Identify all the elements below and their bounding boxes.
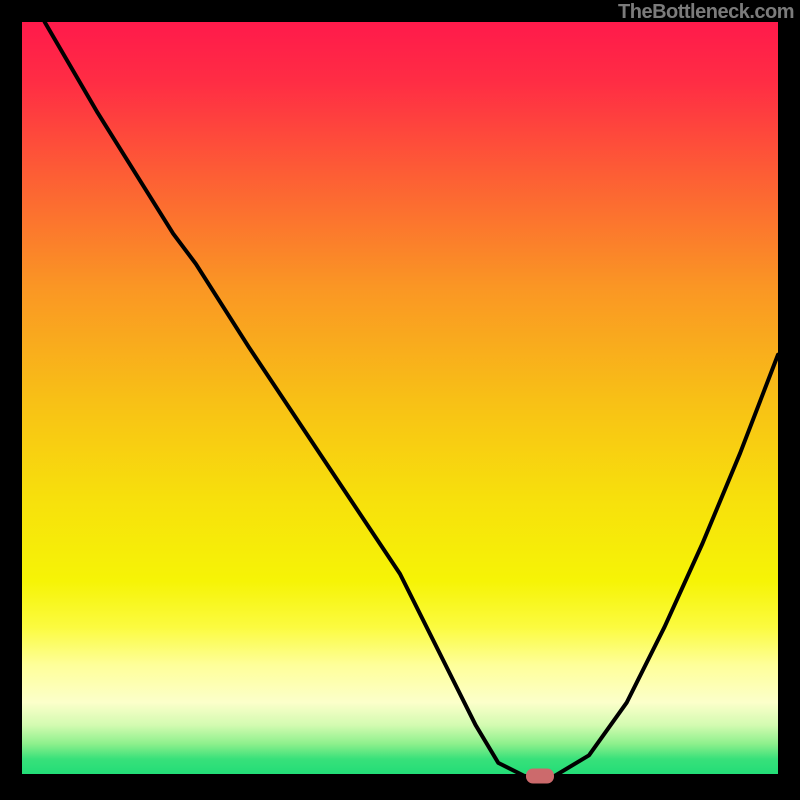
chart-frame: [22, 22, 778, 778]
chart-background: [22, 22, 778, 778]
optimal-marker: [526, 769, 554, 784]
attribution-label: TheBottleneck.com: [618, 1, 794, 24]
chart-canvas: [22, 22, 778, 778]
